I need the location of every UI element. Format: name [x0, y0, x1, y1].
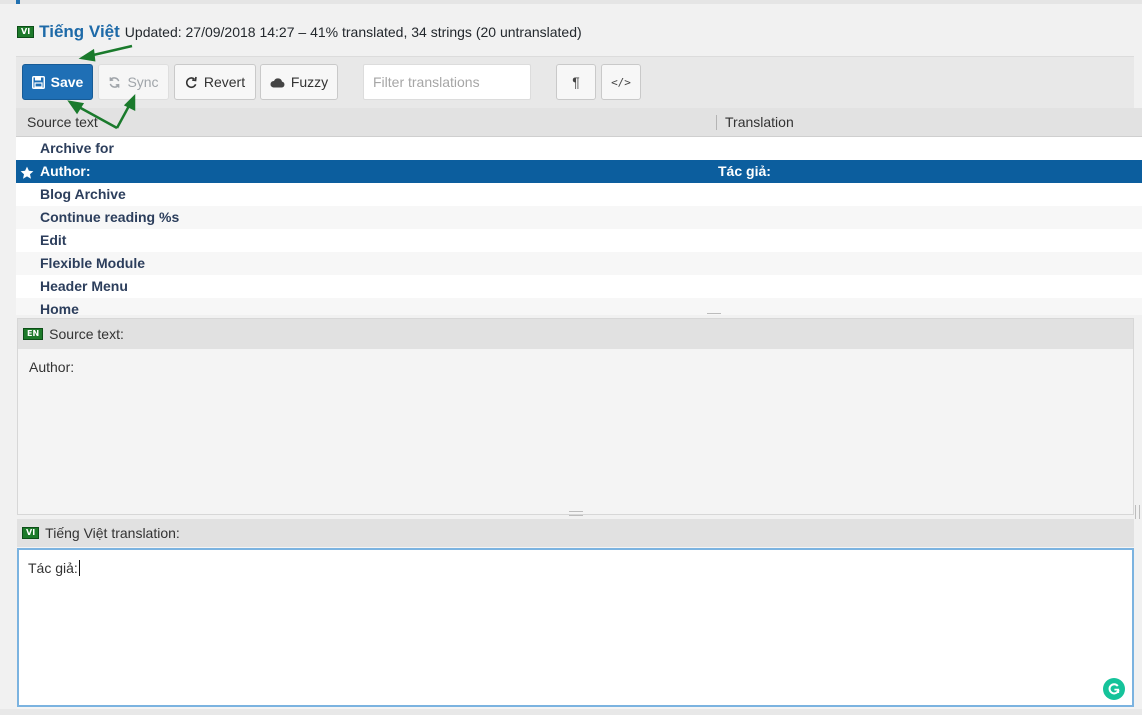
source-panel-header: EN Source text:: [18, 319, 1133, 349]
translation-panel-header: VI Tiếng Việt translation:: [17, 519, 1134, 547]
grid-header: Source text Translation: [16, 108, 1142, 137]
pilcrow-icon: ¶: [572, 74, 580, 90]
top-border: [0, 0, 1142, 4]
undo-icon: [185, 76, 198, 89]
sync-button[interactable]: Sync: [98, 64, 169, 100]
refresh-icon: [108, 76, 121, 89]
row-source: Continue reading %s: [40, 209, 180, 225]
panel-resize-grip[interactable]: [569, 511, 583, 516]
text-caret: [78, 560, 80, 576]
save-button[interactable]: Save: [22, 64, 93, 100]
vi-flag-badge: VI: [22, 527, 40, 539]
editor-toolbar: Save Sync Revert Fuzzy ¶ </>: [16, 56, 1134, 109]
strings-grid: Source text Translation Archive for Auth…: [16, 108, 1142, 315]
floppy-disk-icon: [31, 75, 45, 89]
table-row[interactable]: Edit: [16, 229, 1142, 252]
row-translation: Tác giả:: [718, 163, 771, 179]
code-view-button[interactable]: </>: [601, 64, 641, 100]
source-panel-label: Source text:: [49, 326, 124, 342]
revert-button[interactable]: Revert: [174, 64, 256, 100]
row-source: Archive for: [40, 140, 114, 156]
vi-flag-badge: VI: [17, 26, 35, 38]
translation-text-value: Tác giả:: [28, 560, 78, 576]
pane-scroll-handle[interactable]: [1135, 505, 1140, 519]
bottom-border: [0, 709, 1142, 715]
code-icon: </>: [611, 75, 631, 89]
row-source: Blog Archive: [40, 186, 126, 202]
cloud-icon: [270, 77, 285, 88]
table-row[interactable]: Header Menu: [16, 275, 1142, 298]
table-row[interactable]: Archive for: [16, 137, 1142, 160]
row-source: Author:: [40, 163, 91, 179]
grid-resize-grip[interactable]: [707, 313, 721, 315]
revert-label: Revert: [203, 74, 246, 90]
top-accent: [16, 0, 20, 4]
column-resize-handle[interactable]: [716, 115, 717, 130]
row-source: Edit: [40, 232, 67, 248]
source-text-panel: EN Source text: Author:: [17, 318, 1134, 516]
save-label: Save: [50, 74, 84, 90]
table-row[interactable]: Home: [16, 298, 1142, 315]
row-source: Home: [40, 301, 79, 315]
sync-label: Sync: [127, 74, 159, 90]
show-invisibles-button[interactable]: ¶: [556, 64, 596, 100]
grammarly-icon[interactable]: [1103, 678, 1125, 700]
source-column-header[interactable]: Source text: [27, 114, 98, 130]
grid-rows: Archive for Author: Tác giả: Blog Archiv…: [16, 137, 1142, 315]
page-header: VI Tiếng Việt Updated: 27/09/2018 14:27 …: [17, 20, 582, 44]
fuzzy-button[interactable]: Fuzzy: [260, 64, 338, 100]
status-text: Updated: 27/09/2018 14:27 – 41% translat…: [124, 24, 582, 40]
language-title: Tiếng Việt: [39, 22, 120, 41]
table-row-selected[interactable]: Author: Tác giả:: [16, 160, 1142, 183]
table-row[interactable]: Blog Archive: [16, 183, 1142, 206]
source-text-value: Author:: [29, 359, 75, 375]
en-flag-badge: EN: [23, 328, 44, 340]
filter-translations-input[interactable]: [363, 64, 531, 100]
row-source: Header Menu: [40, 278, 128, 294]
row-source: Flexible Module: [40, 255, 146, 271]
table-row[interactable]: Flexible Module: [16, 252, 1142, 275]
translation-textarea[interactable]: Tác giả:: [17, 548, 1134, 707]
translation-column-header[interactable]: Translation: [725, 114, 794, 130]
fuzzy-label: Fuzzy: [290, 74, 329, 90]
translation-panel-label: Tiếng Việt translation:: [45, 525, 180, 541]
translation-panel: VI Tiếng Việt translation: Tác giả:: [17, 519, 1134, 709]
annotation-arrow: [88, 44, 133, 58]
table-row[interactable]: Continue reading %s: [16, 206, 1142, 229]
